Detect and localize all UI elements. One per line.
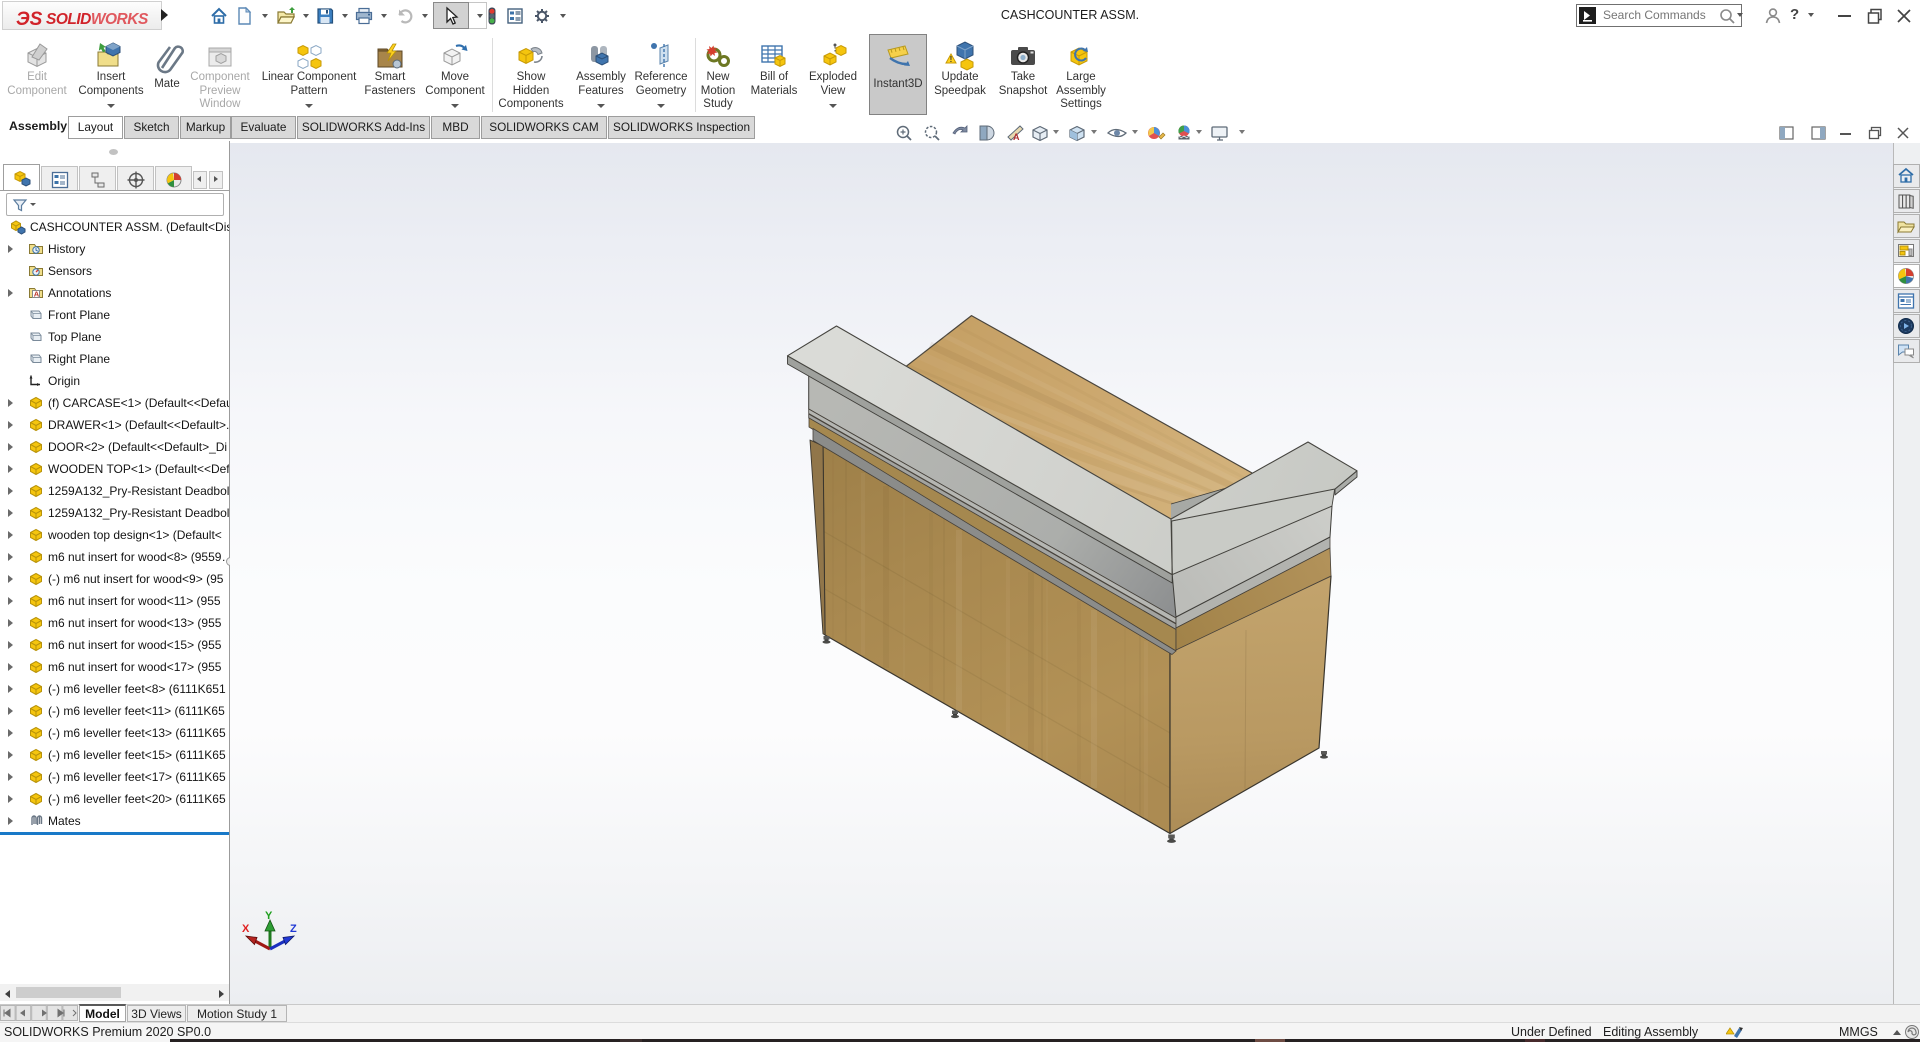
svg-text:Z: Z: [290, 923, 297, 935]
svg-text:Y: Y: [265, 910, 273, 922]
svg-text:X: X: [242, 923, 250, 935]
svg-text:A: A: [1013, 132, 1020, 142]
